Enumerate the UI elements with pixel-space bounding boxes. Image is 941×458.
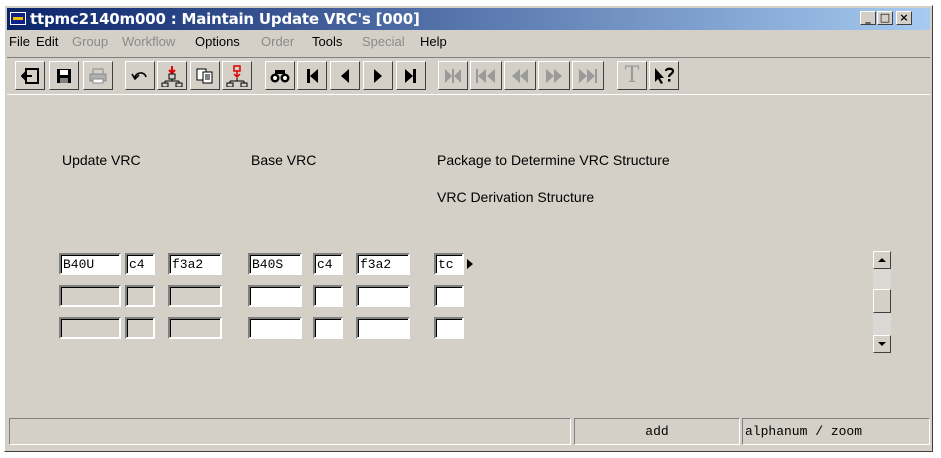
menu-special[interactable]: Special <box>362 34 405 49</box>
next-record-icon <box>374 68 382 83</box>
forward-button[interactable] <box>538 61 570 90</box>
toolbar: T <box>7 57 930 95</box>
menu-edit[interactable]: Edit <box>36 34 58 49</box>
forward-icon <box>546 68 562 83</box>
undo-button[interactable] <box>125 61 155 90</box>
update-release-field[interactable]: c4 <box>125 253 155 275</box>
last-group-button[interactable] <box>572 61 604 90</box>
last-record-icon <box>405 68 416 83</box>
arrow-down-icon <box>878 342 886 346</box>
rewind-button[interactable] <box>504 61 536 90</box>
undo-icon <box>131 71 147 80</box>
update-customer-field <box>168 317 222 339</box>
menu-tools[interactable]: Tools <box>312 34 342 49</box>
save-button[interactable] <box>49 61 79 90</box>
previous-group-button[interactable] <box>470 61 502 90</box>
base-release-field[interactable] <box>313 285 343 307</box>
print-icon <box>89 68 107 83</box>
update-version-field <box>59 285 121 307</box>
base-customer-field[interactable] <box>356 285 410 307</box>
update-customer-field <box>168 285 222 307</box>
arrow-up-icon <box>878 258 886 262</box>
base-version-field[interactable] <box>248 285 302 307</box>
close-button[interactable]: × <box>896 11 912 25</box>
base-release-field[interactable] <box>313 317 343 339</box>
update-customer-field[interactable]: f3a2 <box>168 253 222 275</box>
application-window: ttpmc2140m000 : Maintain Update VRC's [0… <box>4 5 933 452</box>
update-version-field[interactable]: B40U <box>59 253 121 275</box>
update-release-field <box>125 285 155 307</box>
delete-record-icon <box>226 64 248 87</box>
menu-group[interactable]: Group <box>72 34 108 49</box>
first-group-icon <box>445 68 461 83</box>
insert-record-icon <box>161 65 183 87</box>
copy-icon <box>196 68 213 83</box>
package-field[interactable] <box>434 285 464 307</box>
scroll-thumb[interactable] <box>873 289 891 313</box>
status-message <box>9 418 571 445</box>
first-record-icon <box>307 68 318 83</box>
package-field[interactable]: tc <box>434 253 464 275</box>
base-version-field[interactable]: B40S <box>248 253 302 275</box>
print-button[interactable] <box>83 61 113 90</box>
status-mode: add <box>574 418 740 445</box>
first-record-button[interactable] <box>297 61 327 90</box>
update-vrc-label: Update VRC <box>62 152 141 168</box>
text-button[interactable]: T <box>617 61 647 90</box>
update-version-field <box>59 317 121 339</box>
exit-button[interactable] <box>15 61 45 90</box>
menu-file[interactable]: File <box>9 34 30 49</box>
rewind-icon <box>512 68 528 83</box>
previous-group-icon <box>476 68 495 83</box>
copy-button[interactable] <box>190 61 220 90</box>
save-icon <box>57 68 71 83</box>
insert-record-button[interactable] <box>157 61 187 90</box>
expand-arrow-icon[interactable] <box>467 259 473 269</box>
base-vrc-label: Base VRC <box>251 152 317 168</box>
exit-icon <box>21 67 39 84</box>
status-field-type: alphanum / zoom <box>742 418 930 445</box>
menu-help[interactable]: Help <box>420 34 447 49</box>
context-help-icon <box>655 67 675 84</box>
find-button[interactable] <box>265 61 295 90</box>
package-field[interactable] <box>434 317 464 339</box>
find-icon <box>270 69 290 82</box>
previous-record-icon <box>341 68 349 83</box>
text-icon: T <box>624 63 640 88</box>
menu-workflow[interactable]: Workflow <box>122 34 175 49</box>
minimize-button[interactable]: _ <box>860 11 876 25</box>
next-record-button[interactable] <box>363 61 393 90</box>
scroll-down-button[interactable] <box>873 335 891 353</box>
package-label: Package to Determine VRC Structure <box>437 152 670 168</box>
previous-record-button[interactable] <box>330 61 360 90</box>
base-release-field[interactable]: c4 <box>313 253 343 275</box>
derivation-structure-label: VRC Derivation Structure <box>437 189 595 205</box>
base-customer-field[interactable]: f3a2 <box>356 253 410 275</box>
menu-options[interactable]: Options <box>195 34 240 49</box>
window-title: ttpmc2140m000 : Maintain Update VRC's [0… <box>30 10 420 28</box>
maximize-button[interactable]: □ <box>877 11 893 25</box>
last-record-button[interactable] <box>396 61 426 90</box>
app-icon[interactable] <box>10 12 26 25</box>
scroll-up-button[interactable] <box>873 251 891 269</box>
context-help-button[interactable] <box>649 61 679 90</box>
delete-record-button[interactable] <box>222 61 252 90</box>
first-group-button[interactable] <box>438 61 468 90</box>
last-group-icon <box>579 68 597 83</box>
status-bar: add alphanum / zoom <box>7 415 930 448</box>
base-customer-field[interactable] <box>356 317 410 339</box>
menu-order[interactable]: Order <box>261 34 294 49</box>
title-bar[interactable]: ttpmc2140m000 : Maintain Update VRC's [0… <box>7 8 930 30</box>
base-version-field[interactable] <box>248 317 302 339</box>
update-release-field <box>125 317 155 339</box>
